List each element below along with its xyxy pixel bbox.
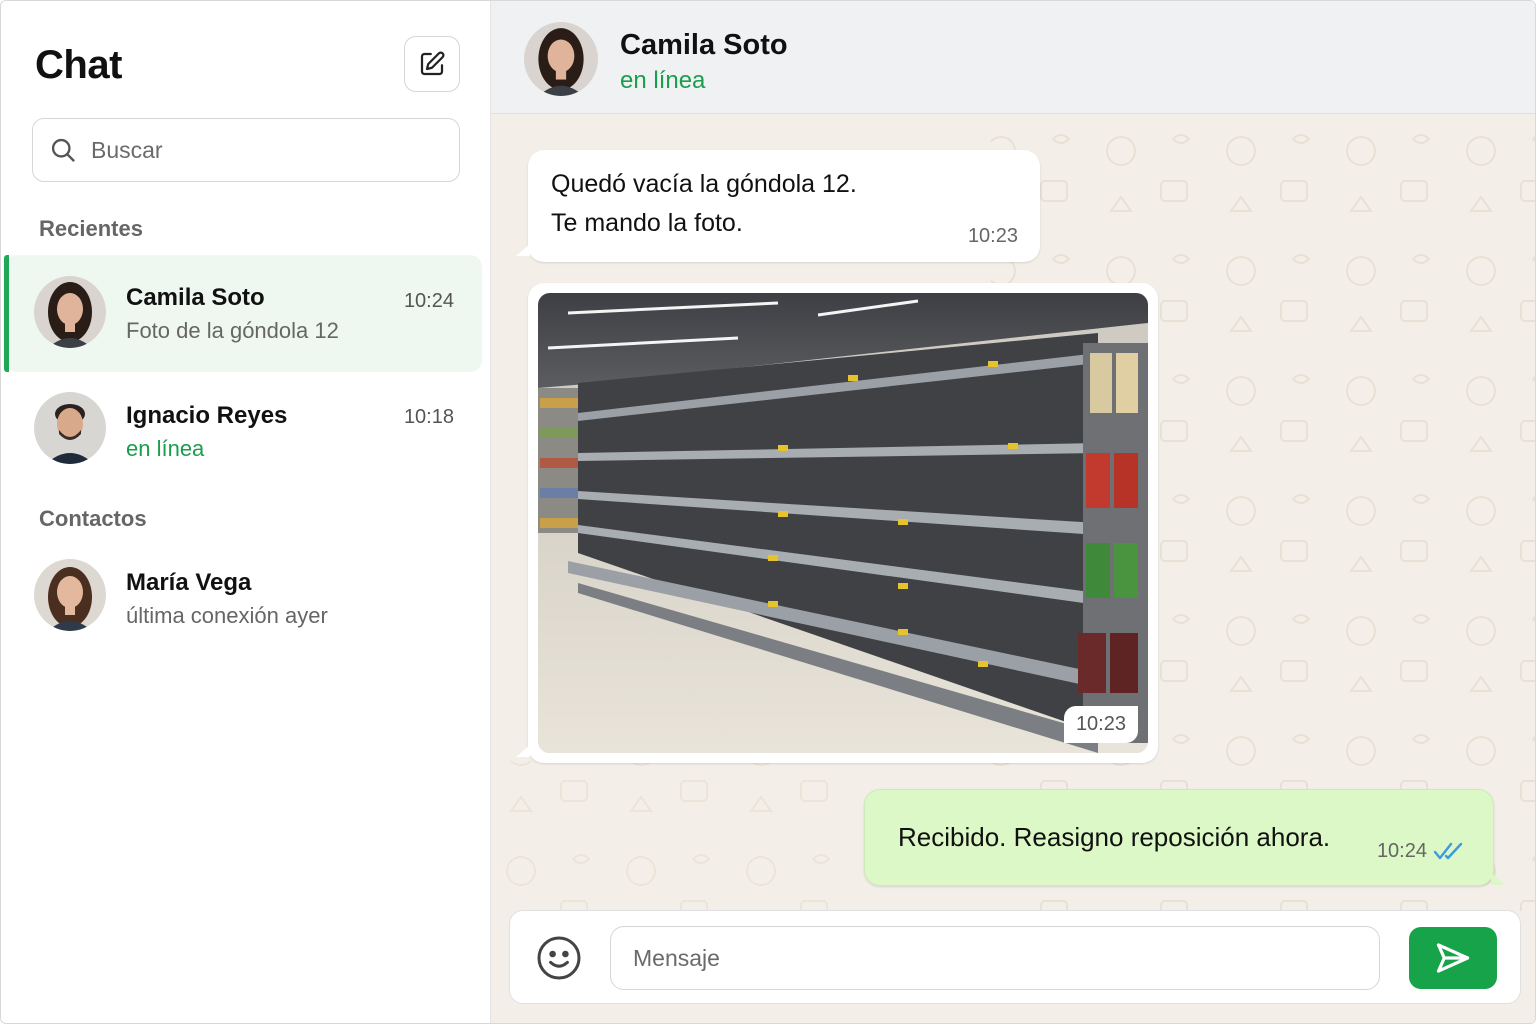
compose-icon [420, 51, 445, 76]
emoji-button[interactable] [534, 933, 584, 983]
contact-avatar[interactable] [524, 22, 598, 96]
search-box[interactable] [32, 118, 460, 182]
outgoing-message[interactable]: Recibido. Reasigno reposición ahora. 10:… [864, 789, 1505, 886]
contacts-section-label: Contactos [39, 506, 147, 531]
contact-status: última conexión ayer [126, 603, 328, 628]
sidebar: Chat Recientes [1, 1, 491, 1023]
conversation-header[interactable]: Camila Soto en línea [491, 1, 1535, 114]
chat-item-preview: Foto de la góndola 12 [126, 318, 339, 343]
message-line: Quedó vacía la góndola 12. [551, 170, 857, 198]
emoji-icon [537, 936, 581, 980]
new-chat-button[interactable] [404, 36, 460, 92]
chat-item-status: en línea [126, 436, 205, 461]
conversation-panel: Camila Soto en línea Quedó vacía la gónd… [491, 1, 1535, 1023]
message-time: 10:23 [1063, 706, 1138, 743]
send-icon [1436, 943, 1470, 973]
contact-name: Camila Soto [620, 29, 788, 61]
incoming-message[interactable]: Quedó vacía la góndola 12. Te mando la f… [516, 150, 1040, 262]
message-text: Recibido. Reasigno reposición ahora. [898, 822, 1331, 852]
shelf-photo[interactable]: 10:23 [538, 293, 1148, 753]
search-input[interactable] [91, 136, 431, 164]
message-text: Quedó vacía la góndola 12. Te mando la f… [551, 165, 857, 243]
message-time: 10:23 [967, 225, 1018, 247]
avatar [34, 392, 106, 464]
contact-status: en línea [620, 67, 706, 94]
message-composer [509, 910, 1521, 1004]
message-line: Te mando la foto. [551, 209, 743, 237]
read-receipt-icon [1433, 842, 1463, 860]
chat-item-time: 10:18 [403, 406, 454, 428]
avatar [34, 559, 106, 631]
chat-item-name: Ignacio Reyes [126, 402, 288, 429]
incoming-image-message[interactable]: 10:23 [516, 283, 1158, 763]
chat-app: Chat Recientes [0, 0, 1536, 1024]
contact-name: María Vega [126, 569, 252, 596]
chat-item-ignacio-reyes[interactable]: Ignacio Reyes en línea 10:18 [5, 372, 482, 489]
message-time: 10:24 [1376, 840, 1427, 862]
avatar [34, 276, 106, 348]
message-input[interactable] [610, 926, 1380, 990]
chat-item-time: 10:24 [403, 290, 454, 312]
sidebar-title: Chat [35, 43, 122, 87]
chat-item-name: Camila Soto [126, 284, 265, 311]
chat-item-camila-soto[interactable]: Camila Soto Foto de la góndola 12 10:24 [4, 255, 482, 372]
search-icon [49, 136, 77, 164]
recent-section-label: Recientes [39, 216, 143, 241]
send-button[interactable] [1409, 927, 1497, 989]
contact-item-maria-vega[interactable]: María Vega última conexión ayer [5, 539, 482, 656]
